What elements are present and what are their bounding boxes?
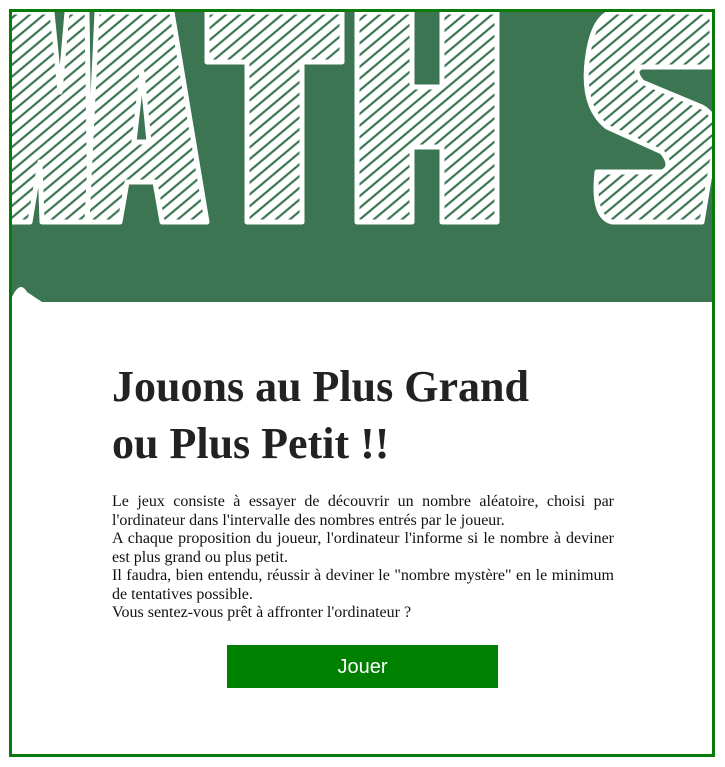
play-button[interactable]: Jouer — [227, 645, 498, 688]
description-line-3: Il faudra, bien entendu, réussir à devin… — [112, 567, 614, 603]
maths-logo-letters — [12, 12, 712, 225]
page-title: Jouons au Plus Grand ou Plus Petit !! — [112, 358, 632, 472]
game-intro-card: Jouons au Plus Grand ou Plus Petit !! Le… — [9, 9, 715, 757]
title-line-2: ou Plus Petit !! — [112, 419, 390, 468]
game-description: Le jeux consiste à essayer de découvrir … — [112, 493, 614, 623]
title-line-1: Jouons au Plus Grand — [112, 362, 529, 411]
maths-banner-image — [12, 12, 712, 312]
description-line-1: Le jeux consiste à essayer de découvrir … — [112, 493, 614, 529]
description-line-4: Vous sentez-vous prêt à affronter l'ordi… — [112, 604, 412, 621]
description-line-2: A chaque proposition du joueur, l'ordina… — [112, 530, 614, 566]
